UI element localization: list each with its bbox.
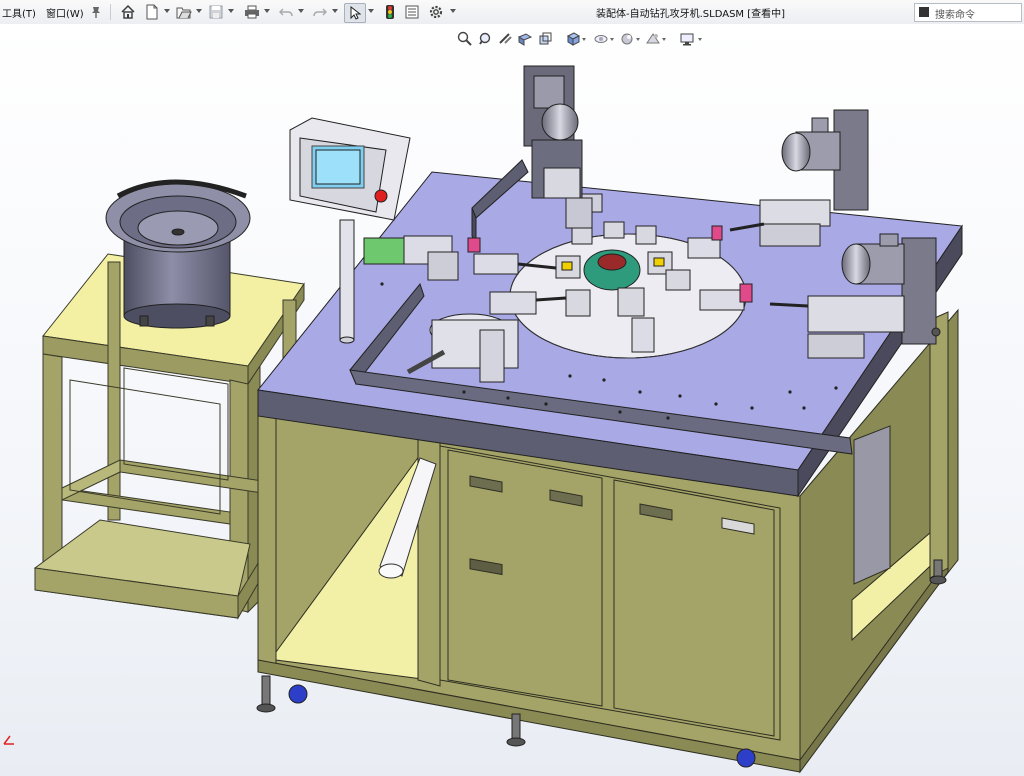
menu-window[interactable]: 窗口(W) [46,5,84,20]
chevron-down-icon[interactable] [662,38,666,41]
undo-icon[interactable] [276,3,296,21]
reference-triad-icon [2,728,22,752]
chevron-down-icon[interactable] [228,9,234,13]
chevron-down-icon[interactable] [332,9,338,13]
document-title: 装配体-自动钻孔攻牙机.SLDASM [查看中] [596,9,786,20]
edit-appearance-icon[interactable] [618,30,636,48]
select-icon[interactable] [344,3,366,23]
chevron-down-icon[interactable] [368,9,374,13]
chevron-down-icon[interactable] [298,9,304,13]
chevron-down-icon[interactable] [164,9,170,13]
options-icon[interactable] [426,3,446,21]
rebuild-icon[interactable] [380,3,400,21]
command-search-icon [919,7,929,17]
chevron-down-icon[interactable] [196,9,202,13]
apply-scene-icon[interactable] [644,30,662,48]
file-properties-icon[interactable] [402,3,422,21]
vibratory-bowl [105,179,251,329]
chevron-down-icon[interactable] [610,38,614,41]
new-document-icon[interactable] [142,3,162,21]
assembly-model[interactable] [0,24,1024,776]
search-input[interactable]: 搜索命令 [914,3,1022,22]
zoom-to-area-icon[interactable] [476,30,494,48]
chevron-down-icon[interactable] [582,38,586,41]
toolbar-separator [110,4,111,20]
graphics-area[interactable] [0,24,1024,776]
print-icon[interactable] [242,3,262,21]
view-heads-up-toolbar [452,28,712,50]
save-icon[interactable] [206,3,226,21]
chevron-down-icon[interactable] [698,38,702,41]
chevron-down-icon[interactable] [636,38,640,41]
display-style-icon[interactable] [564,30,582,48]
section-view-icon[interactable] [516,30,534,48]
chevron-down-icon[interactable] [264,9,270,13]
zoom-to-fit-icon[interactable] [456,30,474,48]
command-toolbar: 工具(T) 窗口(W) 装配体-自动钻孔攻牙机.SLDASM [查看中] 搜索命… [0,0,1024,25]
redo-icon[interactable] [310,3,330,21]
chevron-down-icon[interactable] [450,9,456,13]
view-orientation-icon[interactable] [536,30,554,48]
hide-show-items-icon[interactable] [592,30,610,48]
home-icon[interactable] [118,3,138,21]
open-icon[interactable] [174,3,194,21]
search-placeholder: 搜索命令 [935,10,975,21]
view-settings-icon[interactable] [678,30,696,48]
menu-tools[interactable]: 工具(T) [2,5,36,20]
previous-view-icon[interactable] [496,30,514,48]
pin-icon[interactable] [86,3,106,21]
